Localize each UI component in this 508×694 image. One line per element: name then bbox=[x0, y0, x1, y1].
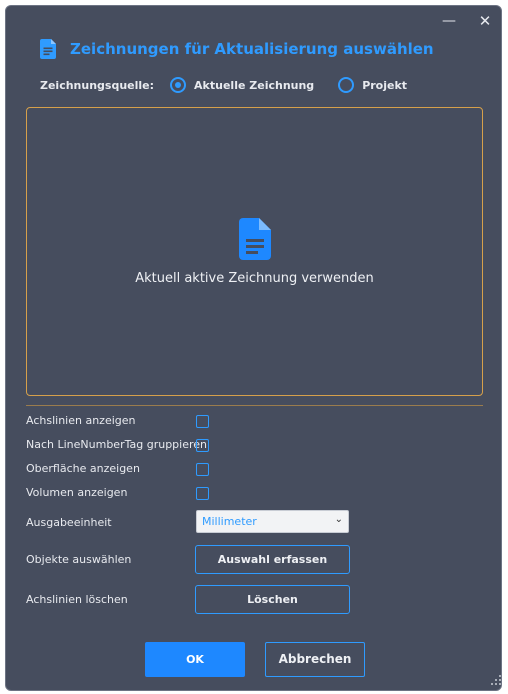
radio-project[interactable] bbox=[338, 77, 355, 93]
dialog-header: Zeichnungen für Aktualisierung auswählen bbox=[40, 37, 434, 61]
drawing-source-label: Zeichnungsquelle: bbox=[40, 78, 155, 92]
group-by-tag-label: Nach LineNumberTag gruppieren bbox=[26, 438, 208, 451]
radio-current-drawing[interactable] bbox=[170, 77, 187, 93]
capture-selection-button[interactable]: Auswahl erfassen bbox=[195, 545, 350, 574]
radio-project-label[interactable]: Projekt bbox=[362, 79, 407, 92]
axis-lines-checkbox[interactable] bbox=[196, 415, 209, 428]
output-unit-value: Millimeter bbox=[202, 515, 257, 528]
dialog-title: Zeichnungen für Aktualisierung auswählen bbox=[70, 40, 434, 58]
minimize-button[interactable]: — bbox=[438, 12, 460, 30]
drawing-drop-area[interactable]: Aktuell aktive Zeichnung verwenden bbox=[26, 107, 483, 396]
dialog-window: — ✕ Zeichnungen für Aktualisierung auswä… bbox=[5, 5, 502, 691]
show-surface-label: Oberfläche anzeigen bbox=[26, 462, 140, 475]
document-icon bbox=[40, 39, 56, 59]
document-icon bbox=[239, 218, 271, 260]
chevron-down-icon: ⌄ bbox=[334, 514, 343, 525]
delete-axis-lines-label: Achslinien löschen bbox=[26, 593, 128, 606]
show-volume-label: Volumen anzeigen bbox=[26, 486, 128, 499]
show-volume-checkbox[interactable] bbox=[196, 487, 209, 500]
output-unit-select[interactable]: Millimeter ⌄ bbox=[196, 510, 349, 533]
drop-area-text: Aktuell aktive Zeichnung verwenden bbox=[135, 271, 374, 286]
close-button[interactable]: ✕ bbox=[474, 12, 496, 30]
ok-button[interactable]: OK bbox=[145, 642, 245, 677]
resize-grip-icon[interactable] bbox=[490, 674, 502, 686]
drawing-source-group: Zeichnungsquelle: Aktuelle Zeichnung Pro… bbox=[40, 76, 407, 94]
section-divider bbox=[26, 405, 483, 406]
cancel-button[interactable]: Abbrechen bbox=[265, 642, 365, 677]
show-surface-checkbox[interactable] bbox=[196, 463, 209, 476]
group-by-tag-checkbox[interactable] bbox=[196, 439, 209, 452]
radio-current-drawing-label[interactable]: Aktuelle Zeichnung bbox=[194, 79, 314, 92]
axis-lines-label: Achslinien anzeigen bbox=[26, 414, 136, 427]
delete-button[interactable]: Löschen bbox=[195, 585, 350, 614]
output-unit-label: Ausgabeeinheit bbox=[26, 516, 112, 529]
select-objects-label: Objekte auswählen bbox=[26, 553, 132, 566]
